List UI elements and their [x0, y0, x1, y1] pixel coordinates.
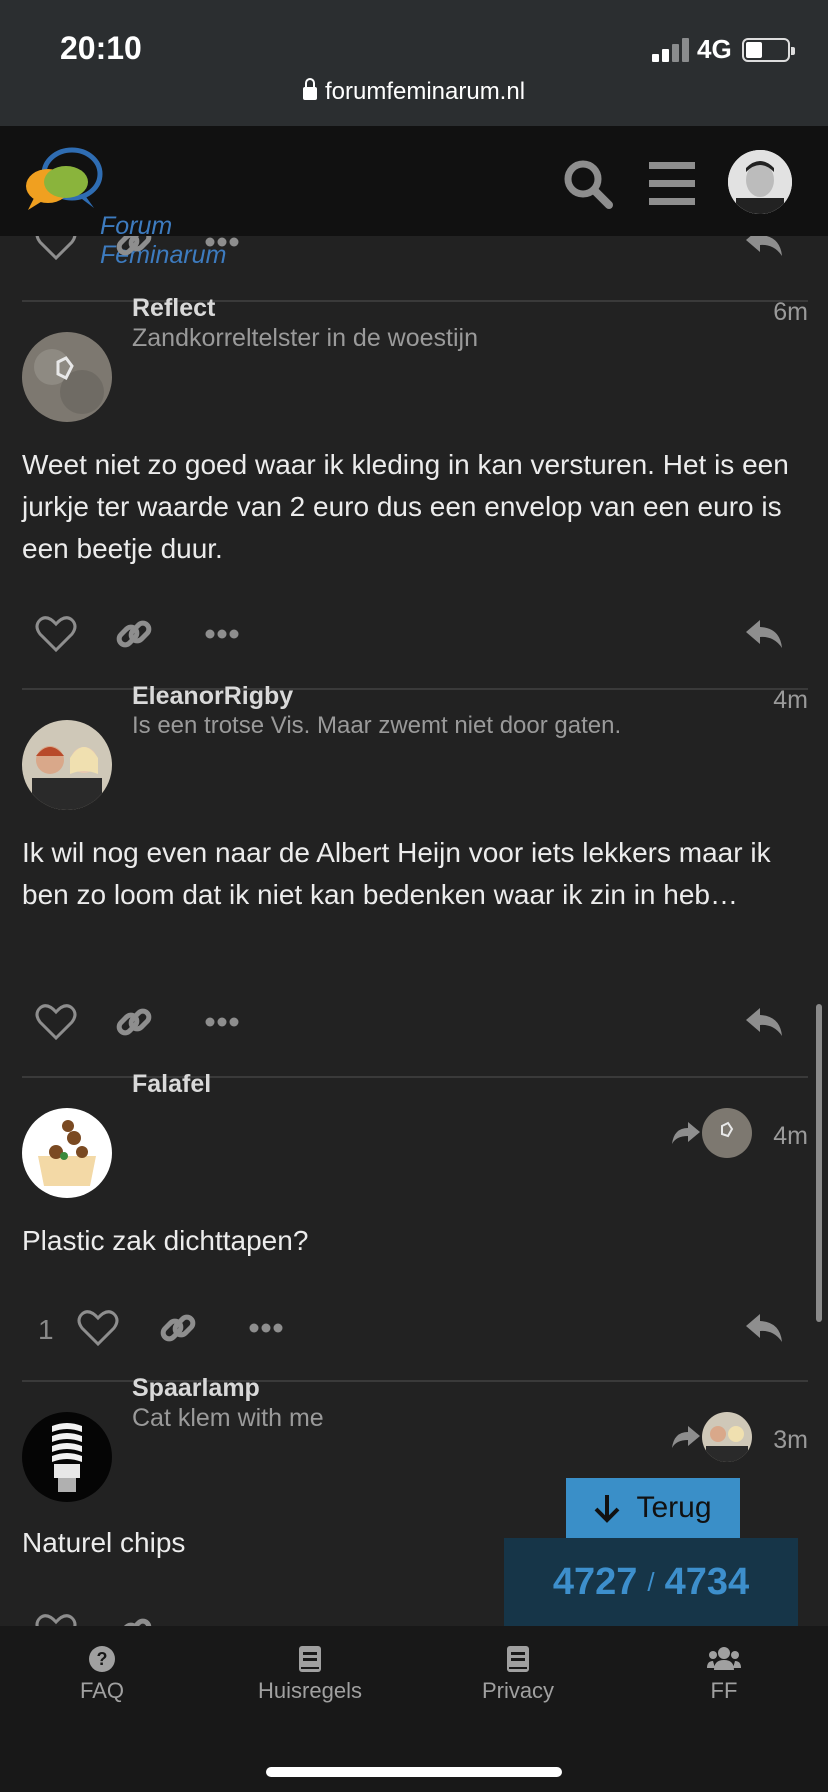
reply-to-avatar: [702, 1108, 752, 1158]
total-post-number: 4734: [664, 1560, 750, 1603]
lock-icon: [302, 78, 317, 100]
username[interactable]: Falafel: [132, 1070, 211, 1099]
search-icon[interactable]: [560, 156, 616, 212]
status-bar: 20:10 4G forumfeminarum.nl: [0, 0, 828, 126]
users-icon: [707, 1647, 741, 1670]
svg-text:?: ?: [97, 1649, 108, 1669]
username[interactable]: Reflect: [132, 294, 215, 323]
nav-label: FF: [710, 1678, 738, 1703]
post-counter[interactable]: 4727 / 4734: [504, 1538, 798, 1626]
more-options-icon[interactable]: [200, 1000, 244, 1044]
like-count[interactable]: 1: [38, 1314, 54, 1346]
url-bar[interactable]: forumfeminarum.nl: [0, 78, 828, 106]
reply-icon[interactable]: [742, 612, 786, 656]
like-heart-icon[interactable]: [34, 236, 78, 264]
group-photo-icon: [22, 720, 112, 810]
user-title: Zandkorreltelster in de woestijn: [132, 324, 478, 352]
current-user-avatar[interactable]: [728, 150, 792, 214]
nav-item-huisregels[interactable]: Huisregels: [220, 1644, 400, 1704]
group-photo-icon: [702, 1412, 752, 1462]
username[interactable]: EleanorRigby: [132, 682, 293, 711]
link-icon[interactable]: [112, 236, 156, 264]
post-time[interactable]: 4m: [773, 686, 808, 715]
nav-item-faq[interactable]: ? FAQ: [12, 1644, 192, 1704]
avatar[interactable]: [22, 1412, 112, 1502]
link-icon[interactable]: [112, 1000, 156, 1044]
nav-item-privacy[interactable]: Privacy: [428, 1644, 608, 1704]
like-heart-icon[interactable]: [76, 1306, 120, 1350]
post-time[interactable]: 3m: [773, 1426, 808, 1455]
user-photo-icon: [728, 150, 792, 214]
nav-label: FAQ: [79, 1678, 124, 1703]
battery-icon: [742, 38, 795, 62]
signal-icon: [652, 36, 692, 62]
reply-to-indicator[interactable]: [672, 1108, 752, 1158]
back-button-label: Terug: [636, 1491, 712, 1524]
link-icon[interactable]: [112, 612, 156, 656]
site-logo[interactable]: Forum Feminarum: [24, 146, 284, 269]
avatar[interactable]: [22, 1108, 112, 1198]
ring-photo-icon: [22, 332, 112, 422]
more-options-icon[interactable]: [200, 236, 244, 264]
site-header: Forum Feminarum: [0, 126, 828, 269]
more-options-icon[interactable]: [200, 612, 244, 656]
falafel-bowl-icon: [22, 1108, 112, 1198]
like-heart-icon[interactable]: [34, 1000, 78, 1044]
reply-icon[interactable]: [742, 1306, 786, 1350]
username[interactable]: Spaarlamp: [132, 1374, 260, 1403]
post-time[interactable]: 6m: [773, 298, 808, 327]
avatar[interactable]: [22, 720, 112, 810]
home-indicator[interactable]: [266, 1767, 562, 1777]
question-circle-icon: ?: [89, 1646, 115, 1672]
reply-to-indicator[interactable]: [672, 1412, 752, 1462]
counter-separator: /: [647, 1566, 655, 1597]
scrollbar[interactable]: [816, 1004, 822, 1322]
post-body: Weet niet zo goed waar ik kleding in kan…: [22, 449, 789, 564]
like-heart-icon[interactable]: [34, 1610, 78, 1626]
energy-saving-bulb-icon: [22, 1412, 112, 1502]
link-icon[interactable]: [156, 1306, 200, 1350]
logo-speech-bubbles-icon: [26, 147, 103, 210]
nav-label: Huisregels: [258, 1678, 362, 1703]
link-icon[interactable]: [112, 1610, 156, 1626]
reply-to-avatar: [702, 1412, 752, 1462]
reply-icon[interactable]: [742, 236, 786, 264]
more-options-icon[interactable]: [244, 1306, 288, 1350]
hamburger-menu-icon[interactable]: [645, 156, 701, 212]
reply-icon[interactable]: [742, 1000, 786, 1044]
status-time: 20:10: [60, 30, 142, 66]
post-stream: Reflect Zandkorreltelster in de woestijn…: [0, 236, 828, 1626]
back-button[interactable]: Terug: [566, 1478, 740, 1538]
reply-arrow-icon: [672, 1122, 700, 1144]
like-heart-icon[interactable]: [34, 612, 78, 656]
url-text: forumfeminarum.nl: [324, 78, 526, 105]
ring-photo-icon: [702, 1108, 752, 1158]
book-icon: [299, 1646, 321, 1672]
avatar[interactable]: [22, 332, 112, 422]
post-body: Plastic zak dichttapen?: [22, 1225, 309, 1256]
arrow-down-icon: [595, 1495, 620, 1523]
post-body: Ik wil nog even naar de Albert Heijn voo…: [22, 837, 771, 910]
current-post-number: 4727: [552, 1560, 638, 1603]
user-title: Cat klem with me: [132, 1404, 324, 1432]
user-title: Is een trotse Vis. Maar zwemt niet door …: [132, 712, 622, 739]
network-type: 4G: [697, 34, 732, 64]
nav-label: Privacy: [481, 1678, 555, 1703]
post-time[interactable]: 4m: [773, 1122, 808, 1151]
reply-arrow-icon: [672, 1426, 700, 1448]
book-icon: [507, 1646, 529, 1672]
nav-item-ff[interactable]: FF: [634, 1644, 814, 1704]
